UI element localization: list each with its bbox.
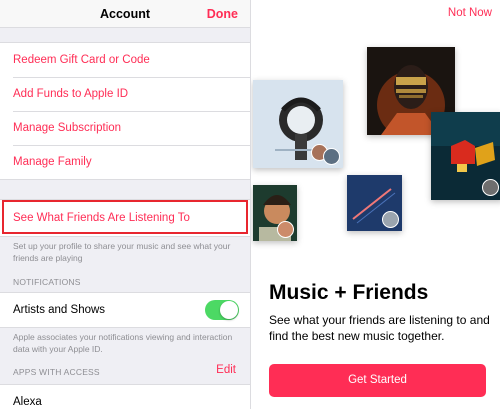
done-button[interactable]: Done — [207, 7, 238, 21]
artists-shows-label: Artists and Shows — [13, 304, 106, 316]
music-friends-title: Music + Friends — [269, 281, 429, 304]
manage-family-row[interactable]: Manage Family — [0, 145, 250, 179]
album-art-graphic — [253, 80, 343, 168]
friend-avatar — [277, 221, 294, 238]
artists-shows-row: Artists and Shows — [0, 293, 250, 327]
friends-footnote: Set up your profile to share your music … — [13, 241, 231, 263]
music-friends-description: See what your friends are listening to a… — [269, 313, 490, 343]
notifications-group: Artists and Shows — [0, 292, 250, 328]
account-nav-bar: Account Done — [0, 0, 250, 28]
notifications-footnote: Apple associates your notifications view… — [13, 332, 233, 354]
add-funds-row[interactable]: Add Funds to Apple ID — [0, 77, 250, 111]
get-started-button[interactable]: Get Started — [269, 364, 486, 397]
manage-subscription-row[interactable]: Manage Subscription — [0, 111, 250, 145]
friend-avatar — [482, 179, 499, 196]
friend-avatar — [323, 148, 340, 165]
not-now-button[interactable]: Not Now — [448, 7, 492, 19]
app-row-alexa[interactable]: Alexa — [0, 385, 250, 409]
account-actions-group: Redeem Gift Card or Code Add Funds to Ap… — [0, 42, 250, 180]
friend-avatar — [382, 211, 399, 228]
friends-top-bar: Not Now — [251, 0, 500, 28]
account-panel: Account Done Redeem Gift Card or Code Ad… — [0, 0, 250, 409]
edit-apps-button[interactable]: Edit — [216, 364, 236, 376]
apps-group: Alexa — [0, 384, 250, 409]
album-art-fist — [431, 112, 500, 200]
toggle-knob — [220, 301, 238, 319]
apps-access-header: APPS WITH ACCESS — [13, 367, 100, 377]
music-friends-panel: Not Now Music + Friends See what your fr… — [250, 0, 500, 409]
album-art-portrait — [253, 185, 297, 241]
see-friends-listening-row[interactable]: See What Friends Are Listening To — [0, 200, 250, 236]
redeem-gift-card-row[interactable]: Redeem Gift Card or Code — [0, 43, 250, 77]
friends-group: See What Friends Are Listening To — [0, 199, 250, 237]
artists-shows-toggle[interactable] — [205, 300, 239, 320]
notifications-header: NOTIFICATIONS — [13, 277, 81, 287]
album-art-blue — [347, 175, 402, 231]
